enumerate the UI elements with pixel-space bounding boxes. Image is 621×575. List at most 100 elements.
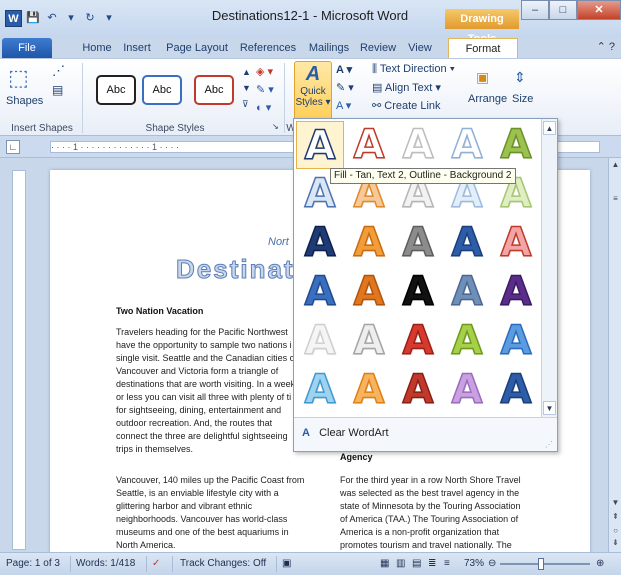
gallery-scroll-down-icon[interactable]: ▼ xyxy=(543,401,556,415)
macro-record-icon[interactable]: ▣ xyxy=(282,558,291,569)
scroll-down-icon[interactable]: ▼ xyxy=(609,498,621,507)
shape-style-sample-1[interactable]: Abc xyxy=(96,75,136,105)
next-page-icon[interactable]: ⇟ xyxy=(609,538,621,547)
help-icon[interactable]: ⌃ ? xyxy=(597,40,615,53)
view-ruler-icon[interactable]: ≡ xyxy=(609,194,621,203)
quick-styles-button[interactable]: A Quick Styles ▾ xyxy=(294,61,332,121)
wordart-style-option[interactable]: A xyxy=(492,317,540,365)
shapes-icon[interactable]: ⬚ xyxy=(8,65,29,91)
text-box-icon[interactable]: ▤ xyxy=(52,83,63,97)
close-button[interactable]: ✕ xyxy=(577,0,621,20)
vertical-scrollbar[interactable]: ▲ ≡ ▼ ⇞ ○ ⇟ xyxy=(608,158,621,552)
wordart-style-option[interactable]: A xyxy=(345,219,393,267)
gallery-scroll-up-icon[interactable]: ▲ xyxy=(543,121,556,135)
zoom-out-icon[interactable]: ⊖ xyxy=(488,558,496,569)
text-effects-icon[interactable]: A ▾ xyxy=(336,99,351,112)
wordart-style-option[interactable]: A xyxy=(345,268,393,316)
tab-format[interactable]: Format xyxy=(448,38,518,58)
scroll-up-icon[interactable]: ▲ xyxy=(609,160,621,169)
shape-style-sample-2[interactable]: Abc xyxy=(142,75,182,105)
gallery-scrollbar[interactable]: ▲ ▼ xyxy=(541,119,557,417)
edit-shape-icon[interactable]: ⋰ xyxy=(52,63,65,79)
shape-fill-icon[interactable]: ◈ ▾ xyxy=(256,65,273,78)
vertical-ruler[interactable] xyxy=(12,170,26,550)
wordart-style-option[interactable]: A xyxy=(492,268,540,316)
create-link-button[interactable]: ⚯ Create Link xyxy=(372,99,441,112)
undo-icon[interactable]: ↶ xyxy=(44,10,60,27)
wordart-style-option[interactable]: A xyxy=(492,219,540,267)
size-icon[interactable]: ⇕ xyxy=(514,69,526,86)
tab-selector-button[interactable]: ∟ xyxy=(6,140,20,154)
minimize-button[interactable]: – xyxy=(521,0,549,20)
zoom-slider-thumb[interactable] xyxy=(538,558,544,570)
arrange-button[interactable]: Arrange xyxy=(468,93,507,105)
wordart-style-option[interactable]: A xyxy=(345,317,393,365)
text-outline-icon[interactable]: ✎ ▾ xyxy=(336,81,354,94)
zoom-level[interactable]: 73% xyxy=(464,558,484,569)
styles-more-icon[interactable]: ⊽ xyxy=(242,99,249,110)
wordart-style-option[interactable]: A xyxy=(296,268,344,316)
redo-icon[interactable]: ↻ xyxy=(82,10,98,27)
view-web-layout-icon[interactable]: ▤ xyxy=(412,558,421,569)
shape-style-sample-3[interactable]: Abc xyxy=(194,75,234,105)
shapes-button[interactable]: Shapes xyxy=(6,95,43,107)
word-app-icon[interactable]: W xyxy=(5,10,22,27)
view-full-screen-icon[interactable]: ▥ xyxy=(396,558,405,569)
view-draft-icon[interactable]: ≡ xyxy=(444,558,450,569)
tab-page-layout[interactable]: Page Layout xyxy=(162,38,232,58)
undo-dropdown-icon[interactable]: ▾ xyxy=(63,10,79,27)
track-changes-status[interactable]: Track Changes: Off xyxy=(180,558,266,569)
zoom-slider[interactable] xyxy=(500,563,590,565)
clear-wordart-menu-item[interactable]: A Clear WordArt xyxy=(302,427,389,439)
wordart-style-option[interactable]: A xyxy=(296,317,344,365)
arrange-icon[interactable]: ▣ xyxy=(476,69,489,86)
customize-qat-icon[interactable]: ▾ xyxy=(101,10,117,27)
proofing-icon[interactable]: ✓ xyxy=(152,558,160,569)
wordart-style-option[interactable]: A xyxy=(394,268,442,316)
wordart-style-option[interactable]: A xyxy=(394,317,442,365)
wordart-style-option[interactable]: A xyxy=(443,366,491,414)
styles-scroll-up-icon[interactable]: ▲ xyxy=(242,67,251,77)
wordart-style-option[interactable]: A xyxy=(443,219,491,267)
word-count[interactable]: Words: 1/418 xyxy=(76,558,135,569)
wordart-style-option[interactable]: A xyxy=(394,219,442,267)
styles-scroll-down-icon[interactable]: ▼ xyxy=(242,83,251,93)
wordart-style-option[interactable]: A xyxy=(296,366,344,414)
wordart-style-option[interactable]: A xyxy=(296,121,344,170)
size-button[interactable]: Size xyxy=(512,93,533,105)
tab-insert[interactable]: Insert xyxy=(118,38,156,58)
resize-grip-icon[interactable]: ⋰ xyxy=(545,440,553,449)
wordart-style-option[interactable]: A xyxy=(394,121,442,169)
save-icon[interactable]: 💾 xyxy=(25,10,41,27)
wordart-style-option[interactable]: A xyxy=(443,121,491,169)
view-outline-icon[interactable]: ≣ xyxy=(428,558,436,569)
tab-references[interactable]: References xyxy=(236,38,300,58)
wordart-style-option[interactable]: A xyxy=(296,219,344,267)
view-print-layout-icon[interactable]: ▦ xyxy=(380,558,389,569)
wordart-style-option[interactable]: A xyxy=(345,366,393,414)
wordart-style-option[interactable]: A xyxy=(443,268,491,316)
tab-mailings[interactable]: Mailings xyxy=(303,38,355,58)
align-text-button[interactable]: ▤ Align Text ▾ xyxy=(372,81,441,94)
tab-file[interactable]: File xyxy=(2,38,52,58)
wordart-style-option[interactable]: A xyxy=(492,366,540,414)
text-fill-icon[interactable]: A ▾ xyxy=(336,63,352,76)
text-direction-button[interactable]: ⫼ Text Direction ▾ xyxy=(372,63,455,76)
shape-effects-icon[interactable]: ◐ ▾ xyxy=(256,101,271,114)
page-count[interactable]: Page: 1 of 3 xyxy=(6,558,60,569)
tab-review[interactable]: Review xyxy=(358,38,398,58)
style-tooltip: Fill - Tan, Text 2, Outline - Background… xyxy=(330,168,516,184)
wordart-style-option[interactable]: A xyxy=(443,317,491,365)
shape-styles-launcher-icon[interactable]: ↘ xyxy=(272,122,279,131)
zoom-in-icon[interactable]: ⊕ xyxy=(596,558,604,569)
wordart-style-option[interactable]: A xyxy=(492,121,540,169)
tab-home[interactable]: Home xyxy=(80,38,114,58)
shape-outline-icon[interactable]: ✎ ▾ xyxy=(256,83,274,96)
browse-object-icon[interactable]: ○ xyxy=(609,526,621,535)
maximize-button[interactable]: □ xyxy=(549,0,577,20)
wordart-title[interactable]: Destinati xyxy=(176,254,304,285)
wordart-style-option[interactable]: A xyxy=(394,366,442,414)
wordart-style-option[interactable]: A xyxy=(345,121,393,169)
tab-view[interactable]: View xyxy=(404,38,436,58)
previous-page-icon[interactable]: ⇞ xyxy=(609,512,621,521)
